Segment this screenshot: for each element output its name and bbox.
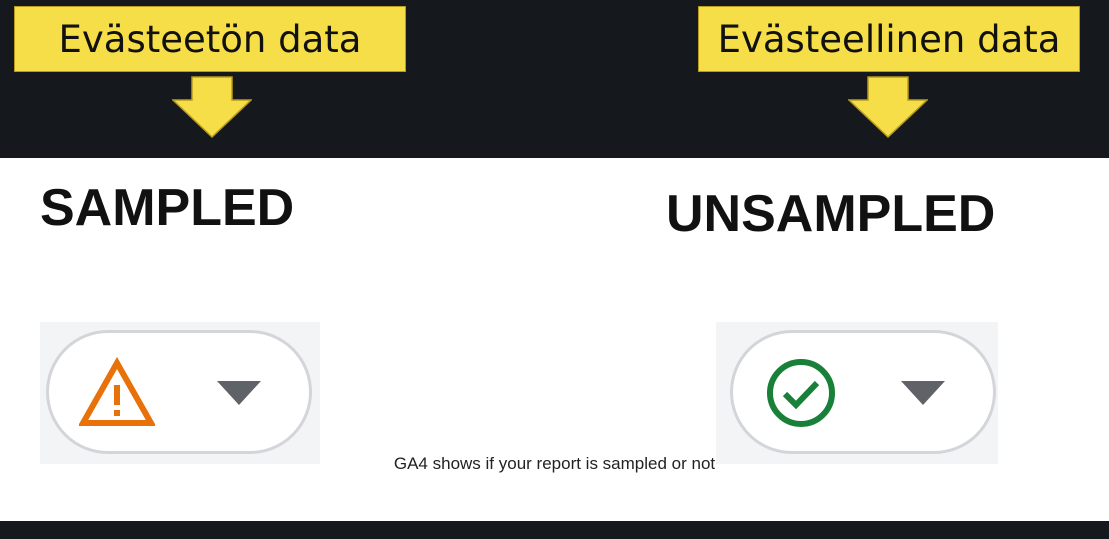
dropdown-caret-icon [217, 381, 261, 405]
warning-triangle-icon [79, 357, 155, 426]
caption-text: GA4 shows if your report is sampled or n… [393, 454, 716, 473]
unsampled-chip-screenshot [716, 322, 998, 464]
unsampled-heading: UNSAMPLED [666, 185, 996, 243]
down-arrow-icon [848, 76, 928, 138]
down-arrow-icon [172, 76, 252, 138]
sampling-status-chip-sampled[interactable] [46, 330, 312, 454]
callout-cookie-label: Evästeellinen data [717, 17, 1061, 61]
sampling-status-chip-unsampled[interactable] [730, 330, 996, 454]
sampled-chip-screenshot [40, 322, 320, 464]
callout-cookieless-label: Evästeetön data [58, 17, 362, 61]
dropdown-caret-icon [901, 381, 945, 405]
check-circle-icon [767, 359, 835, 427]
callout-cookie-data: Evästeellinen data [698, 6, 1080, 72]
comparison-panel: SAMPLED UNSAMPLED GA4 shows if your repo… [0, 158, 1109, 521]
callout-cookieless-data: Evästeetön data [14, 6, 406, 72]
sampled-heading: SAMPLED [40, 179, 295, 237]
